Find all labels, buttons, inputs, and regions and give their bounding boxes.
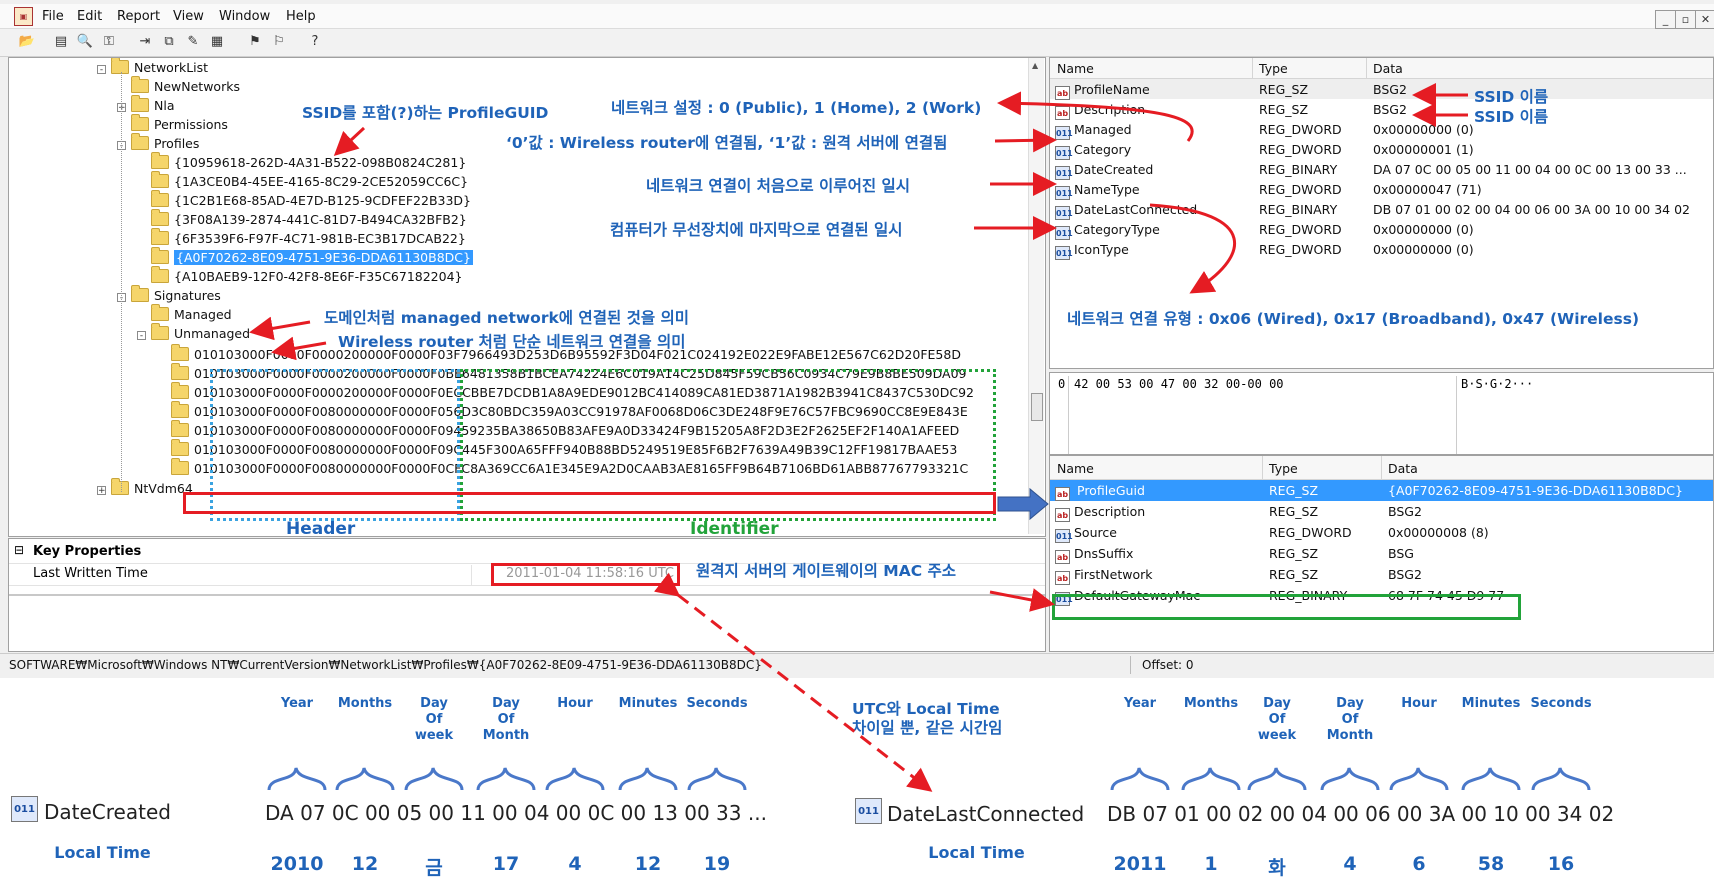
byte-field-label: Year (1123, 696, 1157, 711)
byte-field-value: 6 (1412, 853, 1426, 875)
byte-field-value: 2011 (1113, 853, 1167, 875)
byte-field-label: Seconds (686, 696, 748, 711)
arrow-guid (333, 126, 366, 157)
byte-field-value: 17 (492, 853, 520, 875)
value-type: REG_SZ (1269, 483, 1319, 498)
arrow-sig-managed (249, 316, 311, 341)
byte-field-label: Hour (557, 696, 593, 711)
arrow-signature-to-profile (997, 487, 1049, 521)
bottom-left-name: DateCreated (44, 800, 171, 824)
string-value-icon: ab (1055, 487, 1070, 501)
arrow-sig-unmanaged (271, 336, 327, 361)
byte-field-value: 16 (1547, 853, 1575, 875)
arrow-managed (994, 128, 1057, 153)
byte-field-label: Hour (1401, 696, 1437, 711)
byte-field-label: Minutes (1461, 696, 1521, 711)
arrow-gateway (989, 588, 1055, 612)
byte-field-value: 19 (703, 853, 731, 875)
byte-field-label: Day Of week (414, 696, 454, 743)
byte-field-value: 58 (1477, 853, 1505, 875)
annotation-arrows (249, 83, 1468, 792)
arrow-category (997, 91, 1194, 142)
byte-field-label: Day Of Month (482, 696, 530, 743)
binary-value-icon-2: 011 (855, 798, 882, 824)
arrow-utc-dashed (654, 572, 933, 792)
bottom-left-hex: DA 07 0C 00 05 00 11 00 04 00 0C 00 13 0… (265, 801, 767, 825)
byte-field-value: 12 (351, 853, 379, 875)
byte-field-label: Day Of week (1257, 696, 1297, 743)
bottom-right-hex: DB 07 01 00 02 00 04 00 06 00 3A 00 10 0… (1107, 802, 1615, 826)
bottom-left-caption: Local Time (54, 843, 151, 862)
bottom-right-name: DateLastConnected (887, 802, 1085, 826)
byte-field-value: 금 (425, 857, 443, 879)
arrow-name-type (1149, 203, 1237, 294)
byte-field-value: 4 (1343, 853, 1357, 875)
bottom-right-caption: Local Time (928, 843, 1025, 862)
byte-field-value: 4 (568, 853, 582, 875)
byte-field-label: Seconds (1530, 696, 1592, 711)
byte-field-value: 12 (634, 853, 662, 875)
value-name: ProfileGuid (1074, 483, 1148, 498)
byte-field-label: Day Of Month (1326, 696, 1374, 743)
binary-value-icon: 011 (11, 796, 38, 822)
value-data: {A0F70262-8E09-4751-9E36-DDA61130B8DC} (1388, 483, 1683, 498)
byte-field-value: 화 (1268, 857, 1286, 879)
byte-field-label: Minutes (618, 696, 678, 711)
byte-field-label: Months (337, 696, 393, 711)
